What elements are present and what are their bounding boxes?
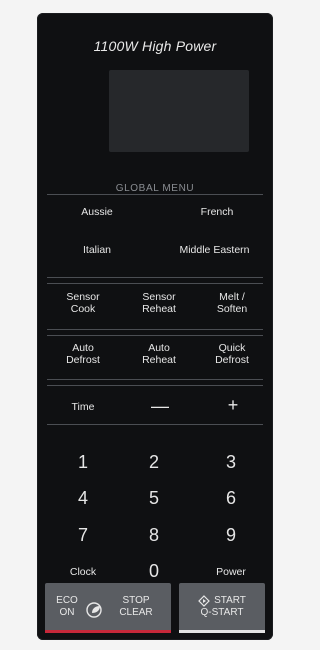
- eco-line-1: ECO: [56, 595, 78, 606]
- label-line-1: Sensor: [66, 291, 100, 303]
- divider: [47, 329, 263, 330]
- minus-button[interactable]: —: [140, 396, 180, 417]
- digit-4-button[interactable]: 4: [63, 488, 103, 509]
- stop-line-1: STOP: [122, 595, 150, 606]
- white-underline: [179, 630, 265, 633]
- label-line-1: Auto: [148, 342, 170, 354]
- divider: [47, 335, 263, 336]
- start-q-start-button[interactable]: START Q-START: [179, 583, 265, 633]
- sensor-reheat-button[interactable]: Sensor Reheat: [129, 291, 189, 315]
- label-line-1: Melt /: [219, 291, 245, 303]
- menu-item-middle-eastern[interactable]: Middle Eastern: [167, 244, 262, 256]
- digit-6-button[interactable]: 6: [211, 488, 251, 509]
- digit-8-button[interactable]: 8: [134, 525, 174, 546]
- power-label: 1100W High Power: [93, 38, 217, 54]
- label-line-1: Auto: [72, 342, 94, 354]
- label-line-2: Defrost: [215, 354, 249, 366]
- label-line-2: Soften: [216, 303, 248, 315]
- divider: [47, 277, 263, 278]
- power-button[interactable]: Power: [196, 566, 266, 578]
- divider: [47, 194, 263, 195]
- start-line-1: START: [214, 595, 246, 606]
- menu-item-aussie[interactable]: Aussie: [67, 206, 127, 218]
- digit-3-button[interactable]: 3: [211, 452, 251, 473]
- quick-defrost-button[interactable]: Quick Defrost: [202, 342, 262, 366]
- digit-2-button[interactable]: 2: [134, 452, 174, 473]
- start-diamond-icon: [198, 595, 210, 607]
- red-underline: [45, 630, 171, 633]
- menu-item-french[interactable]: French: [187, 206, 247, 218]
- digit-0-button[interactable]: 0: [134, 561, 174, 582]
- label-line-2: Cook: [70, 303, 96, 315]
- time-button[interactable]: Time: [53, 401, 113, 413]
- label-line-1: Sensor: [142, 291, 176, 303]
- label-line-2: Reheat: [142, 354, 176, 366]
- plus-button[interactable]: +: [213, 395, 253, 416]
- global-menu-title: GLOBAL MENU: [115, 183, 195, 194]
- stop-line-2: CLEAR: [119, 607, 153, 618]
- sensor-cook-button[interactable]: Sensor Cook: [53, 291, 113, 315]
- control-panel: 1100W High Power GLOBAL MENU Aussie Fren…: [37, 13, 273, 640]
- digit-7-button[interactable]: 7: [63, 525, 103, 546]
- label-line-2: Reheat: [142, 303, 176, 315]
- eco-leaf-icon: [86, 602, 102, 618]
- eco-stop-clear-button[interactable]: ECO ON STOP CLEAR: [45, 583, 171, 633]
- divider: [47, 379, 263, 380]
- divider: [47, 424, 263, 425]
- clock-button[interactable]: Clock: [48, 566, 118, 578]
- digit-5-button[interactable]: 5: [134, 488, 174, 509]
- divider: [47, 385, 263, 386]
- label-line-2: Defrost: [66, 354, 100, 366]
- digit-1-button[interactable]: 1: [63, 452, 103, 473]
- auto-reheat-button[interactable]: Auto Reheat: [129, 342, 189, 366]
- divider: [47, 283, 263, 284]
- melt-soften-button[interactable]: Melt / Soften: [202, 291, 262, 315]
- digit-9-button[interactable]: 9: [211, 525, 251, 546]
- start-line-2: Q-START: [200, 607, 244, 618]
- auto-defrost-button[interactable]: Auto Defrost: [53, 342, 113, 366]
- menu-item-italian[interactable]: Italian: [67, 244, 127, 256]
- display-screen: [109, 70, 249, 152]
- eco-line-2: ON: [59, 607, 75, 618]
- label-line-1: Quick: [218, 342, 246, 354]
